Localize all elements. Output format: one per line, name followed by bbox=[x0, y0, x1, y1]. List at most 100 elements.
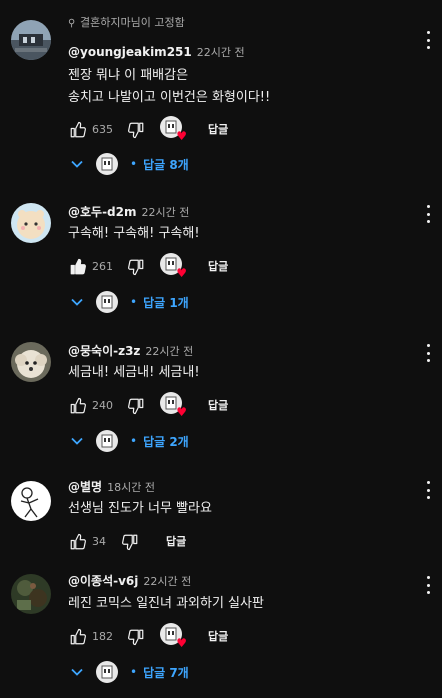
creator-heart-badge: ♥ bbox=[160, 116, 187, 142]
reply-button[interactable]: 답글 bbox=[208, 119, 228, 141]
avatar[interactable] bbox=[11, 20, 51, 60]
like-count: 635 bbox=[92, 123, 113, 136]
comment-time[interactable]: 22시간 전 bbox=[197, 46, 245, 59]
comment-author[interactable]: @뭉숙이-z3z bbox=[68, 344, 140, 358]
like-button[interactable] bbox=[68, 626, 88, 648]
replies-count: 답글 8개 bbox=[143, 157, 189, 172]
replies-toggle[interactable]: • 답글 2개 bbox=[70, 429, 189, 453]
thumbs-up-icon bbox=[70, 628, 86, 645]
comment-thread: @별명 18시간 전 선생님 진도가 너무 빨라요 34 답글 bbox=[0, 478, 442, 558]
comment-author[interactable]: @별명 bbox=[68, 480, 102, 494]
thumbs-down-icon bbox=[122, 534, 138, 551]
comment-text: 구속해! 구속해! 구속해! bbox=[68, 223, 200, 245]
thumbs-up-icon bbox=[70, 533, 86, 550]
heart-icon: ♥ bbox=[176, 266, 187, 280]
replies-toggle[interactable]: • 답글 8개 bbox=[70, 152, 189, 176]
reply-button[interactable]: 답글 bbox=[166, 531, 186, 553]
separator-dot: • bbox=[130, 157, 138, 171]
comment-text-line: 송치고 나발이고 이번건은 화형이다!! bbox=[68, 90, 271, 105]
comment-time[interactable]: 18시간 전 bbox=[107, 481, 155, 494]
separator-dot: • bbox=[130, 665, 138, 679]
comment-header: @호두-d2m 22시간 전 bbox=[68, 203, 189, 221]
dislike-button[interactable] bbox=[126, 395, 146, 417]
comment-actions: 240 ♥ 답글 bbox=[68, 392, 428, 419]
thumbs-up-icon bbox=[70, 121, 86, 138]
chevron-down-icon bbox=[70, 295, 84, 309]
thumbs-down-icon bbox=[128, 259, 144, 276]
creator-heart-badge: ♥ bbox=[160, 623, 187, 649]
avatar[interactable] bbox=[11, 574, 51, 614]
comment-thread: @이종석-v6j 22시간 전 레진 코믹스 일진녀 과외하기 실사판 182 ♥… bbox=[0, 571, 442, 696]
comment-time[interactable]: 22시간 전 bbox=[143, 575, 191, 588]
replies-toggle[interactable]: • 답글 1개 bbox=[70, 290, 189, 314]
creator-avatar bbox=[96, 291, 118, 313]
like-button[interactable] bbox=[68, 395, 88, 417]
heart-icon: ♥ bbox=[176, 129, 187, 143]
pin-icon: ⚲ bbox=[68, 18, 76, 29]
comment-header: @뭉숙이-z3z 22시간 전 bbox=[68, 342, 193, 360]
dislike-button[interactable] bbox=[126, 119, 146, 141]
thumbs-down-icon bbox=[128, 629, 144, 646]
heart-icon: ♥ bbox=[176, 405, 187, 419]
avatar-image-icon bbox=[11, 342, 51, 382]
creator-avatar bbox=[96, 661, 118, 683]
more-vert-icon[interactable] bbox=[424, 481, 432, 499]
reply-button[interactable]: 답글 bbox=[208, 395, 228, 417]
comment-thread: ⚲ 결혼하지마님이 고정함 @youngjeakim251 22시간 전 젠장 뭐냐… bbox=[0, 15, 442, 185]
separator-dot: • bbox=[130, 295, 138, 309]
comment-actions: 261 ♥ 답글 bbox=[68, 253, 428, 280]
comment-author[interactable]: @이종석-v6j bbox=[68, 574, 138, 588]
like-button[interactable] bbox=[68, 256, 88, 278]
comment-header: @youngjeakim251 22시간 전 bbox=[68, 43, 245, 61]
comment-thread: @호두-d2m 22시간 전 구속해! 구속해! 구속해! 261 ♥ 답글 • … bbox=[0, 200, 442, 320]
more-vert-icon[interactable] bbox=[424, 205, 432, 223]
like-button[interactable] bbox=[68, 531, 88, 553]
thumbs-up-icon bbox=[70, 258, 86, 275]
creator-avatar bbox=[96, 153, 118, 175]
dislike-button[interactable] bbox=[120, 531, 140, 553]
chevron-down-icon bbox=[70, 157, 84, 171]
like-count: 261 bbox=[92, 260, 113, 273]
creator-heart-badge: ♥ bbox=[160, 253, 187, 279]
pinned-badge: ⚲ 결혼하지마님이 고정함 bbox=[68, 15, 185, 31]
comment-text-line: 선생님 진도가 너무 빨라요 bbox=[68, 501, 212, 516]
dislike-button[interactable] bbox=[126, 256, 146, 278]
replies-toggle[interactable]: • 답글 7개 bbox=[70, 660, 189, 684]
like-button[interactable] bbox=[68, 119, 88, 141]
avatar-image-icon bbox=[11, 574, 51, 614]
thumbs-down-icon bbox=[128, 398, 144, 415]
like-count: 240 bbox=[92, 399, 113, 412]
separator-dot: • bbox=[130, 434, 138, 448]
replies-count: 답글 7개 bbox=[143, 665, 189, 680]
comment-text-line: 젠장 뭐냐 이 패배감은 bbox=[68, 68, 189, 83]
more-vert-icon[interactable] bbox=[424, 576, 432, 594]
pinned-label: 결혼하지마님이 고정함 bbox=[80, 16, 185, 29]
dislike-button[interactable] bbox=[126, 626, 146, 648]
like-count: 182 bbox=[92, 630, 113, 643]
more-vert-icon[interactable] bbox=[424, 31, 432, 49]
avatar[interactable] bbox=[11, 342, 51, 382]
thumbs-up-icon bbox=[70, 397, 86, 414]
comment-text: 세금내! 세금내! 세금내! bbox=[68, 362, 200, 384]
comment-author[interactable]: @호두-d2m bbox=[68, 205, 137, 219]
comment-time[interactable]: 22시간 전 bbox=[145, 345, 193, 358]
comment-actions: 34 답글 bbox=[68, 531, 428, 555]
comment-author[interactable]: @youngjeakim251 bbox=[68, 45, 192, 59]
comment-time[interactable]: 22시간 전 bbox=[142, 206, 190, 219]
avatar-image-icon bbox=[11, 20, 51, 60]
reply-button[interactable]: 답글 bbox=[208, 626, 228, 648]
comment-text-line: 구속해! 구속해! 구속해! bbox=[68, 226, 200, 241]
chevron-down-icon bbox=[70, 434, 84, 448]
avatar-image-icon bbox=[11, 481, 51, 521]
comment-text: 젠장 뭐냐 이 패배감은 송치고 나발이고 이번건은 화형이다!! bbox=[68, 65, 270, 109]
reply-button[interactable]: 답글 bbox=[208, 256, 228, 278]
comment-text: 레진 코믹스 일진녀 과외하기 실사판 bbox=[68, 593, 264, 615]
comment-actions: 635 ♥ 답글 bbox=[68, 116, 428, 143]
avatar[interactable] bbox=[11, 481, 51, 521]
more-vert-icon[interactable] bbox=[424, 344, 432, 362]
avatar[interactable] bbox=[11, 203, 51, 243]
comment-text: 선생님 진도가 너무 빨라요 bbox=[68, 498, 212, 520]
replies-count: 답글 2개 bbox=[143, 434, 189, 449]
creator-avatar bbox=[96, 430, 118, 452]
comment-text-line: 세금내! 세금내! 세금내! bbox=[68, 365, 200, 380]
